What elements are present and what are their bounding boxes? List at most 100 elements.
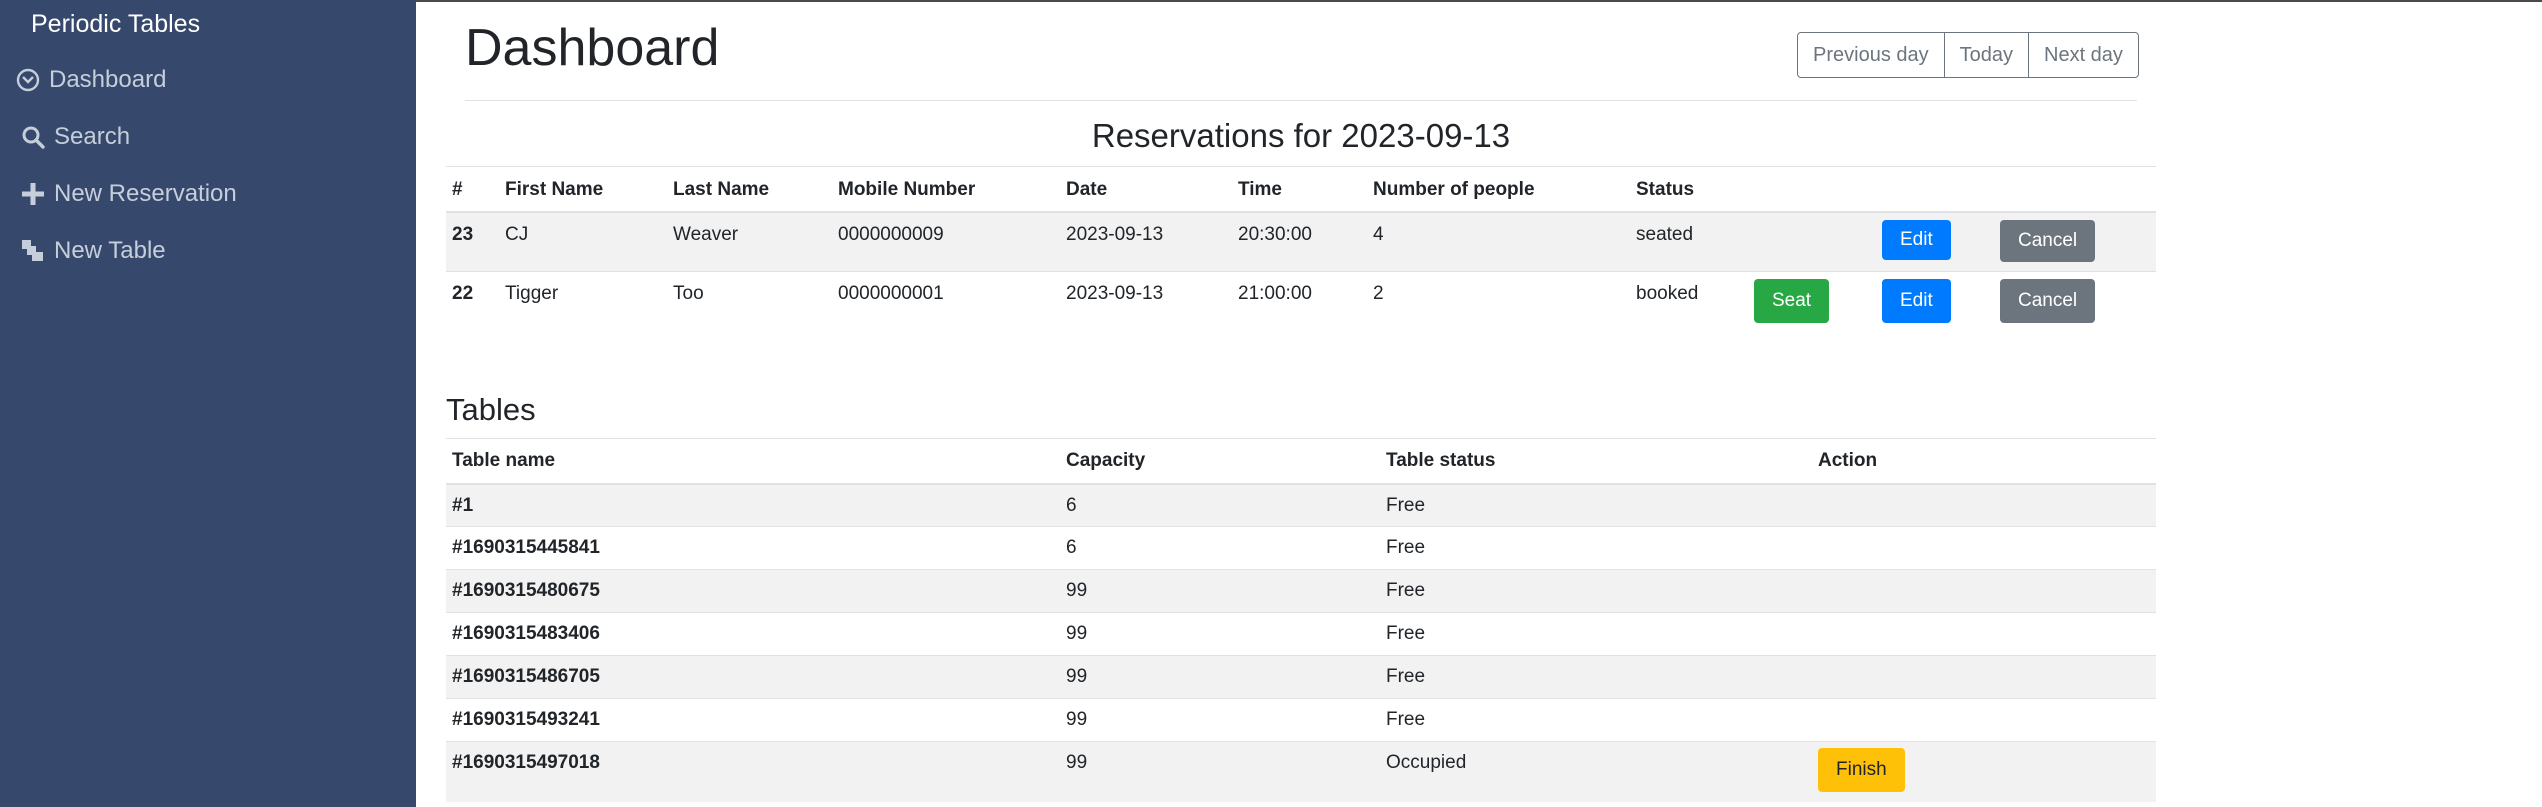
table-capacity: 99 (1060, 655, 1380, 699)
first-name: Tigger (499, 271, 667, 332)
table-icon (20, 238, 46, 264)
sidebar-item-label: Dashboard (49, 66, 167, 93)
cancel-button[interactable]: Cancel (2000, 279, 2096, 323)
mobile-number: 0000000001 (832, 271, 1060, 332)
table-action (1812, 483, 2156, 527)
table-status: Free (1380, 698, 1812, 742)
edit-cell: Edit (1876, 211, 1994, 272)
reservation-date: 2023-09-13 (1060, 271, 1232, 332)
column-header: Table status (1380, 438, 1812, 485)
first-name: CJ (499, 211, 667, 272)
table-status: Free (1380, 569, 1812, 613)
sidebar: Periodic Tables Dashboard Search New Res… (0, 0, 416, 807)
seat-button[interactable]: Seat (1754, 279, 1830, 323)
reservation-status: booked (1630, 271, 1748, 332)
column-header-empty (1876, 166, 1994, 213)
title-divider (465, 100, 2137, 101)
reservation-time: 20:30:00 (1232, 211, 1367, 272)
dashboard-icon (15, 67, 41, 93)
table-name: #1690315483406 (446, 612, 1060, 656)
last-name: Too (667, 271, 832, 332)
sidebar-item-search[interactable]: Search (20, 120, 130, 154)
sidebar-item-label: New Reservation (54, 180, 237, 207)
table-name: #1690315445841 (446, 526, 1060, 570)
table-action (1812, 569, 2156, 613)
people-count: 4 (1367, 211, 1630, 272)
reservation-row: 22 Tigger Too 0000000001 2023-09-13 21:0… (446, 271, 2156, 332)
edit-cell: Edit (1876, 271, 1994, 332)
brand-title[interactable]: Periodic Tables (31, 10, 200, 39)
column-header: Status (1630, 166, 1748, 213)
today-button[interactable]: Today (1943, 32, 2029, 78)
table-status: Free (1380, 612, 1812, 656)
sidebar-item-label: New Table (54, 237, 166, 264)
column-header: Time (1232, 166, 1367, 213)
column-header: Mobile Number (832, 166, 1060, 213)
main-content: Dashboard Previous day Today Next day Re… (416, 0, 2542, 807)
table-capacity: 99 (1060, 569, 1380, 613)
table-capacity: 99 (1060, 612, 1380, 656)
sidebar-item-new-table[interactable]: New Table (20, 234, 166, 268)
table-name: #1690315497018 (446, 741, 1060, 802)
table-name: #1 (446, 483, 1060, 527)
column-header-empty (1994, 166, 2156, 213)
reservation-id: 22 (446, 271, 499, 332)
edit-button[interactable]: Edit (1882, 219, 1951, 260)
table-name: #1690315493241 (446, 698, 1060, 742)
table-action: Finish (1812, 741, 2156, 802)
last-name: Weaver (667, 211, 832, 272)
table-row: #1690315497018 99 Occupied Finish (446, 741, 2156, 802)
column-header-empty (1748, 166, 1876, 213)
reservation-date: 2023-09-13 (1060, 211, 1232, 272)
table-action (1812, 612, 2156, 656)
mobile-number: 0000000009 (832, 211, 1060, 272)
table-row: #1690315486705 99 Free (446, 655, 2156, 699)
table-capacity: 99 (1060, 698, 1380, 742)
table-row: #1690315445841 6 Free (446, 526, 2156, 570)
reservation-row: 23 CJ Weaver 0000000009 2023-09-13 20:30… (446, 211, 2156, 272)
reservation-time: 21:00:00 (1232, 271, 1367, 332)
table-status: Free (1380, 483, 1812, 527)
seat-cell-empty (1748, 211, 1876, 272)
sidebar-item-dashboard[interactable]: Dashboard (15, 63, 166, 97)
reservations-table: # First Name Last Name Mobile Number Dat… (446, 166, 2156, 332)
reservations-heading: Reservations for 2023-09-13 (1091, 117, 1511, 154)
table-name: #1690315480675 (446, 569, 1060, 613)
day-navigation: Previous day Today Next day (1797, 32, 2139, 78)
finish-button[interactable]: Finish (1818, 748, 1905, 792)
reservation-status: seated (1630, 211, 1748, 272)
table-row: #1690315483406 99 Free (446, 612, 2156, 656)
tables-heading: Tables (446, 392, 536, 427)
table-action (1812, 698, 2156, 742)
column-header: Action (1812, 438, 2156, 485)
column-header: Last Name (667, 166, 832, 213)
table-capacity: 6 (1060, 526, 1380, 570)
cancel-cell: Cancel (1994, 211, 2156, 272)
next-day-button[interactable]: Next day (2028, 32, 2139, 78)
sidebar-item-new-reservation[interactable]: New Reservation (20, 177, 237, 211)
column-header: Capacity (1060, 438, 1380, 485)
table-status: Free (1380, 655, 1812, 699)
table-capacity: 99 (1060, 741, 1380, 802)
table-action (1812, 526, 2156, 570)
table-capacity: 6 (1060, 483, 1380, 527)
column-header: Date (1060, 166, 1232, 213)
column-header: First Name (499, 166, 667, 213)
plus-icon (20, 181, 46, 207)
page-title: Dashboard (465, 19, 720, 77)
table-row: #1690315480675 99 Free (446, 569, 2156, 613)
sidebar-item-label: Search (54, 123, 131, 150)
cancel-button[interactable]: Cancel (2000, 219, 2096, 262)
reservation-id: 23 (446, 211, 499, 272)
column-header: Table name (446, 438, 1060, 485)
table-name: #1690315486705 (446, 655, 1060, 699)
previous-day-button[interactable]: Previous day (1797, 32, 1945, 78)
edit-button[interactable]: Edit (1882, 279, 1951, 323)
table-status: Free (1380, 526, 1812, 570)
tables-table: Table name Capacity Table status Action … (446, 438, 2156, 802)
people-count: 2 (1367, 271, 1630, 332)
cancel-cell: Cancel (1994, 271, 2156, 332)
table-row: #1 6 Free (446, 483, 2156, 527)
table-action (1812, 655, 2156, 699)
table-row: #1690315493241 99 Free (446, 698, 2156, 742)
